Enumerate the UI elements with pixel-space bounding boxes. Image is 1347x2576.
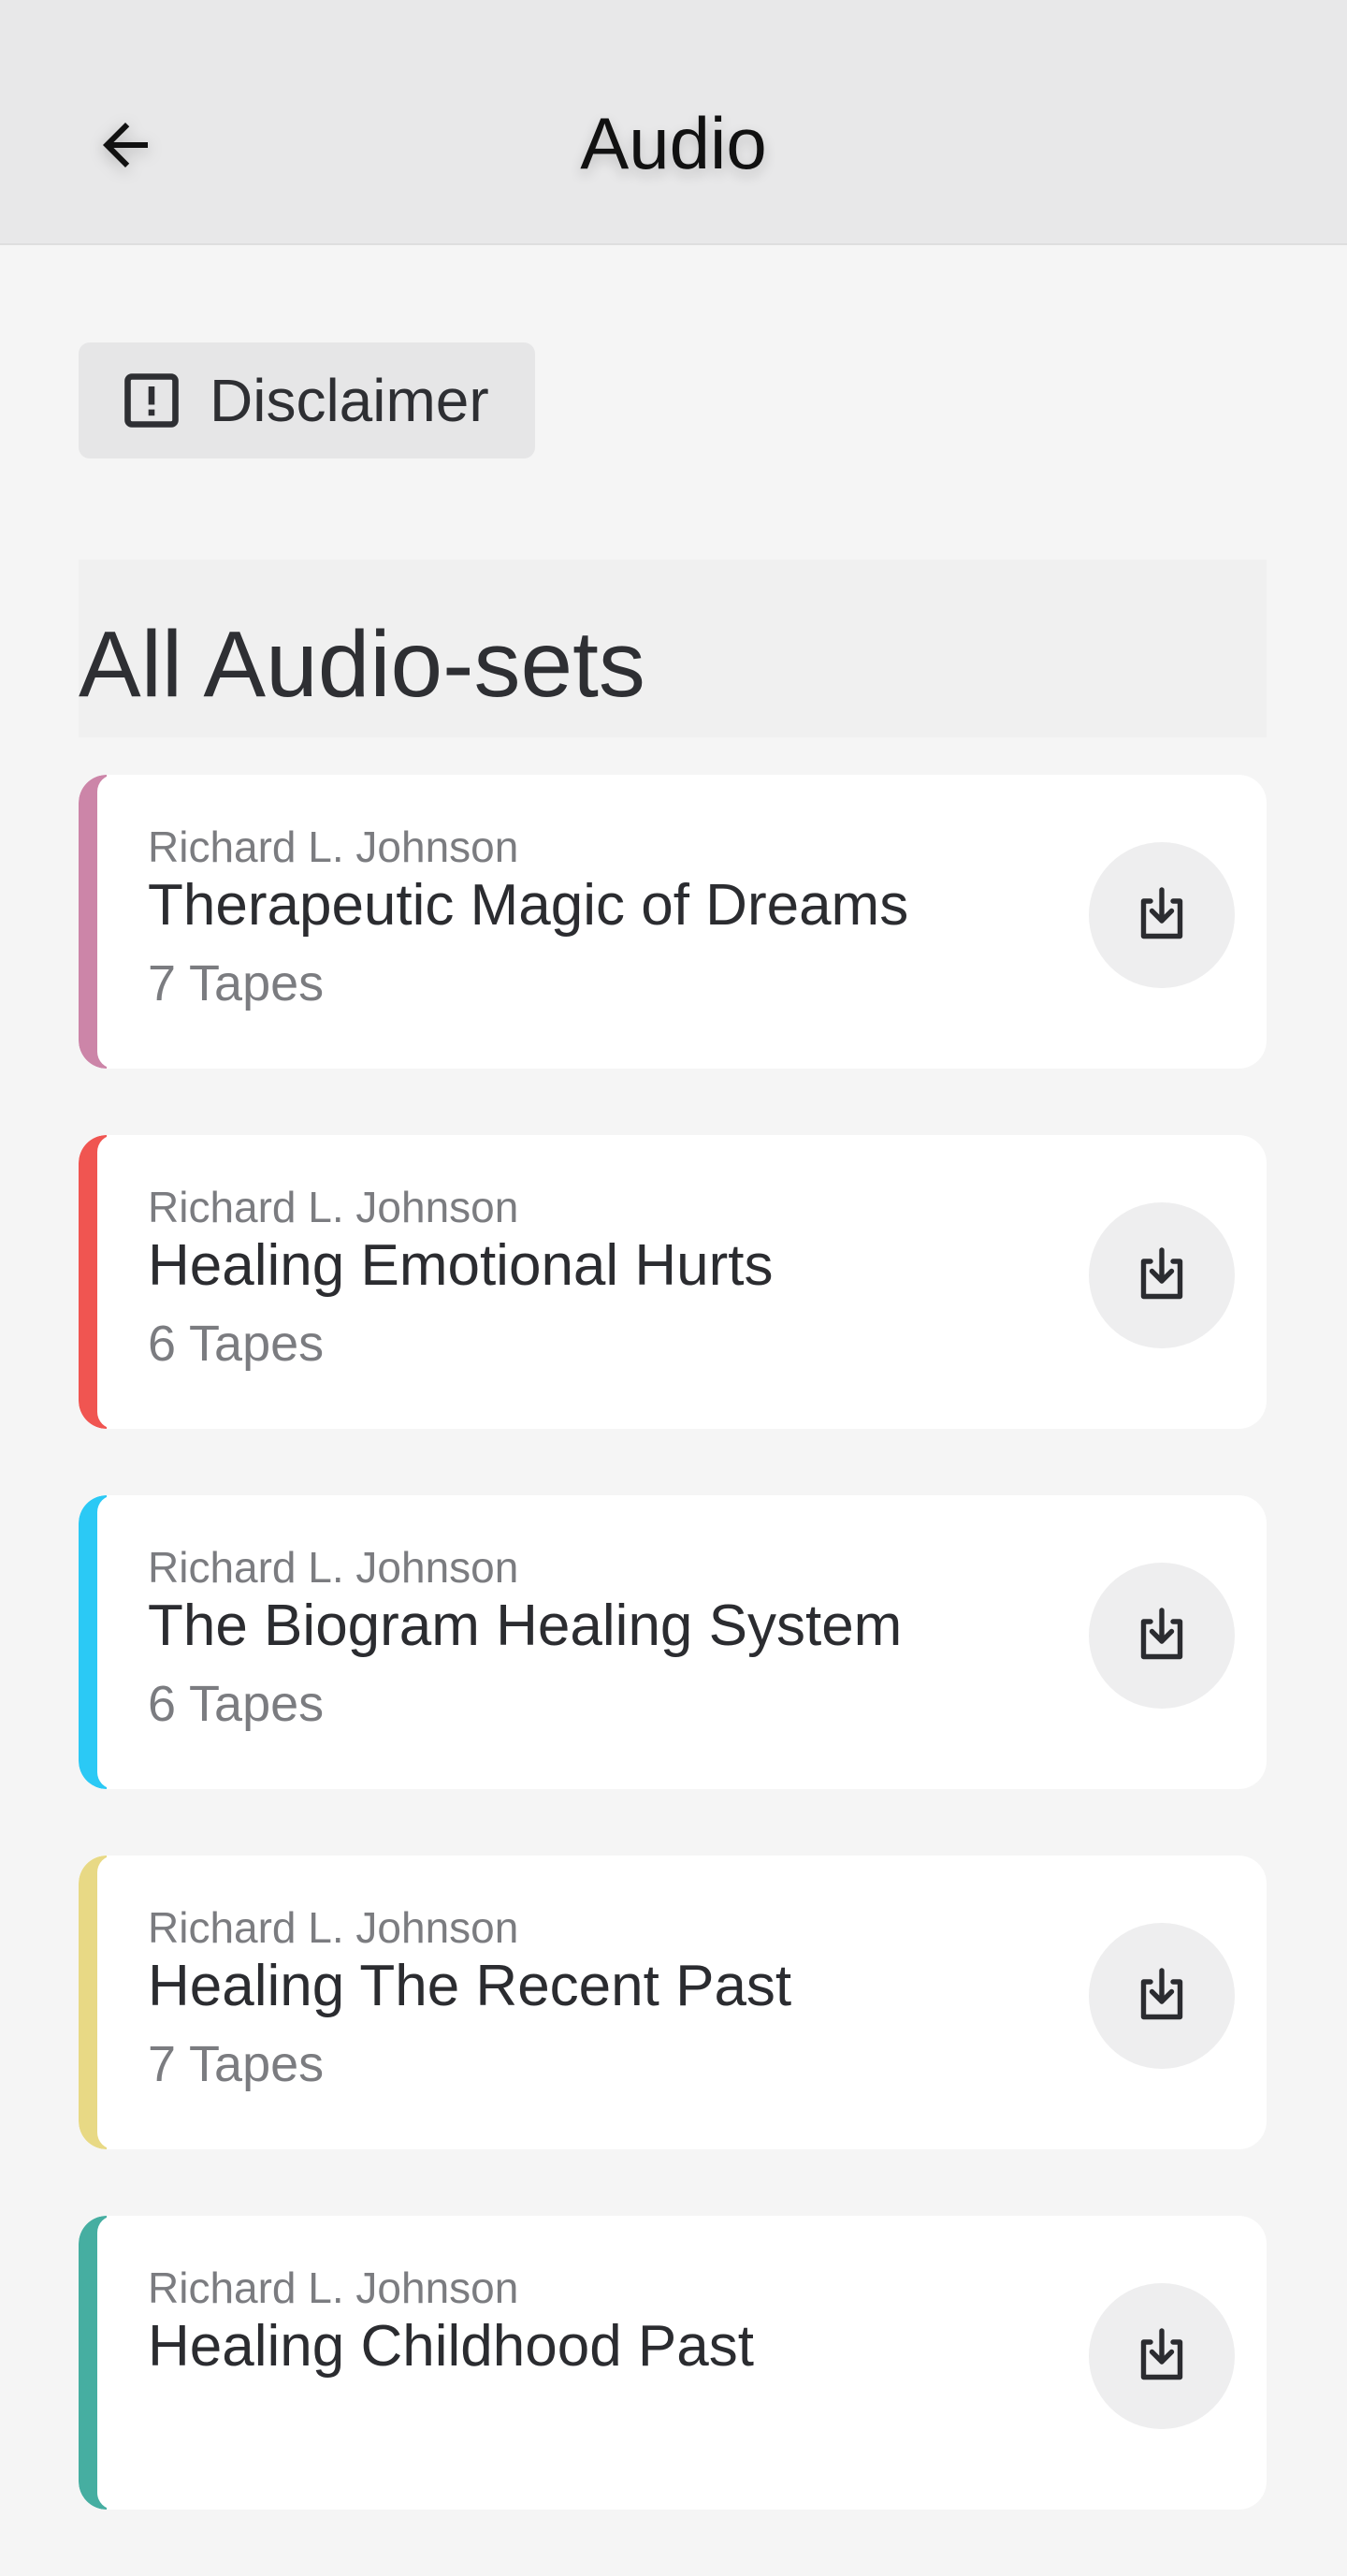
app-bar: Audio xyxy=(0,0,1347,245)
download-icon xyxy=(1140,1968,1183,2020)
audio-set-card[interactable]: Richard L. Johnson The Biogram Healing S… xyxy=(79,1495,1267,1789)
card-tape-count: 6 Tapes xyxy=(148,1316,325,1372)
card-accent-bar xyxy=(79,1856,116,2149)
card-author: Richard L. Johnson xyxy=(148,1543,519,1592)
audio-set-card[interactable]: Richard L. Johnson Healing Childhood Pas… xyxy=(79,2216,1267,2510)
download-icon xyxy=(1140,1608,1183,1660)
section-header: All Audio-sets xyxy=(79,560,1267,737)
page-title: Audio xyxy=(580,102,767,184)
audio-set-card[interactable]: Richard L. Johnson Therapeutic Magic of … xyxy=(79,775,1267,1069)
audio-set-list: Richard L. Johnson Therapeutic Magic of … xyxy=(79,775,1267,2576)
download-icon xyxy=(1140,1247,1183,1300)
section-title: All Audio-sets xyxy=(79,612,645,717)
card-tape-count: 6 Tapes xyxy=(148,1676,325,1732)
audio-set-card[interactable]: Richard L. Johnson Healing The Recent Pa… xyxy=(79,1856,1267,2149)
card-accent-bar xyxy=(79,2216,116,2510)
card-title: Healing The Recent Past xyxy=(148,1954,792,2018)
download-button[interactable] xyxy=(1089,1923,1235,2069)
audio-set-card[interactable]: Richard L. Johnson Healing Emotional Hur… xyxy=(79,1135,1267,1429)
disclaimer-button[interactable]: Disclaimer xyxy=(79,342,535,458)
download-button[interactable] xyxy=(1089,1202,1235,1348)
card-author: Richard L. Johnson xyxy=(148,822,519,871)
card-tape-count: 7 Tapes xyxy=(148,955,325,1011)
card-accent-bar xyxy=(79,1495,116,1789)
card-tape-count: 7 Tapes xyxy=(148,2036,325,2092)
download-button[interactable] xyxy=(1089,842,1235,988)
card-title: Therapeutic Magic of Dreams xyxy=(148,873,909,938)
download-icon xyxy=(1140,887,1183,939)
card-accent-bar xyxy=(79,1135,116,1429)
card-title: Healing Childhood Past xyxy=(148,2314,754,2379)
card-author: Richard L. Johnson xyxy=(148,1903,519,1952)
card-author: Richard L. Johnson xyxy=(148,2263,519,2312)
card-title: Healing Emotional Hurts xyxy=(148,1233,774,1298)
exclamation-box-icon xyxy=(124,373,179,428)
download-button[interactable] xyxy=(1089,2283,1235,2429)
card-title: The Biogram Healing System xyxy=(148,1594,903,1658)
card-author: Richard L. Johnson xyxy=(148,1183,519,1231)
download-button[interactable] xyxy=(1089,1563,1235,1709)
download-icon xyxy=(1140,2328,1183,2380)
card-accent-bar xyxy=(79,775,116,1069)
disclaimer-label: Disclaimer xyxy=(210,367,489,434)
